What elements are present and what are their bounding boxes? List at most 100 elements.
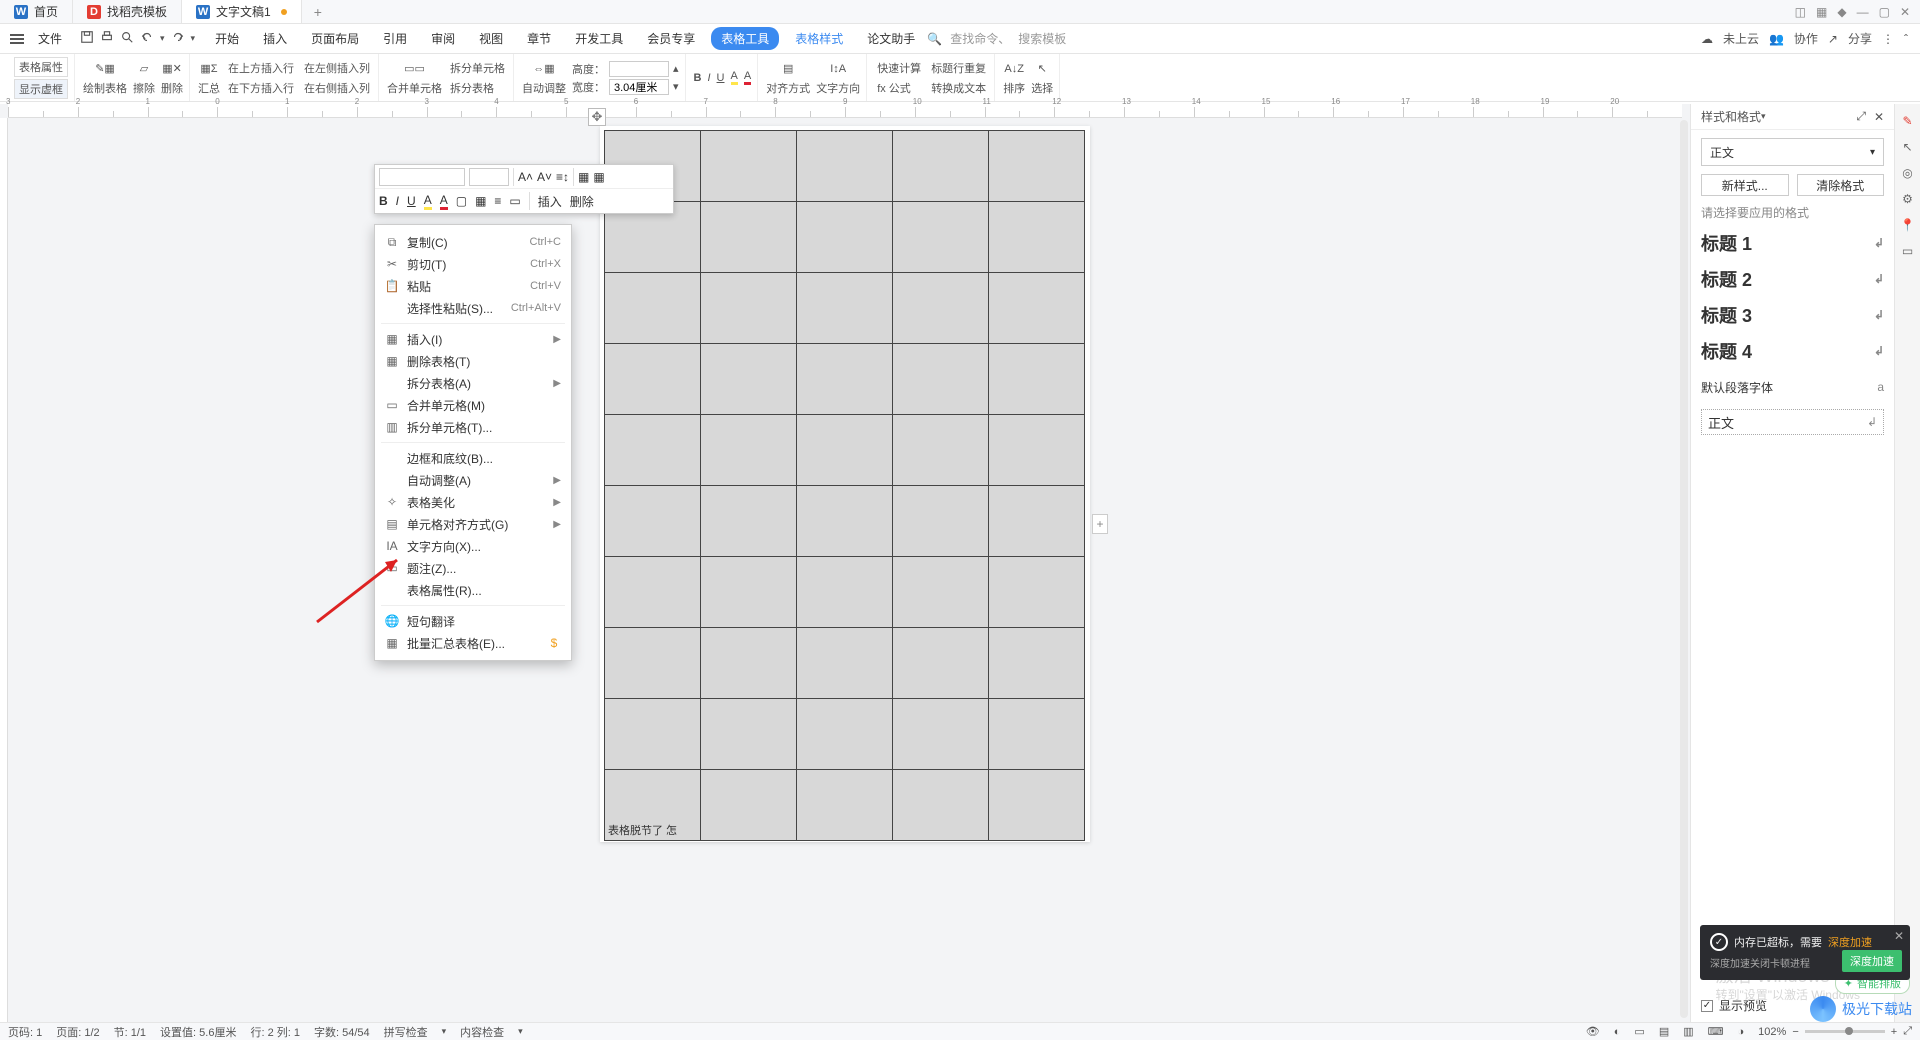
new-tab-button[interactable]: + xyxy=(302,4,334,20)
style-heading2[interactable]: 标题 2↲ xyxy=(1701,265,1884,293)
style-pane-icon[interactable]: ✎ xyxy=(1902,114,1912,128)
close-panel-icon[interactable]: ✕ xyxy=(1874,110,1884,124)
mini-borders[interactable]: ▦ xyxy=(475,194,486,208)
ctx-borders[interactable]: 边框和底纹(B)... xyxy=(375,447,571,469)
style-heading3[interactable]: 标题 3↲ xyxy=(1701,301,1884,329)
ime-icon[interactable]: ⌨ xyxy=(1708,1025,1724,1038)
grid-icon[interactable]: ▦ xyxy=(578,170,589,184)
view-web-icon[interactable]: ▤ xyxy=(1659,1025,1669,1038)
ctx-beautify[interactable]: ✧表格美化▶ xyxy=(375,491,571,513)
bold-button[interactable]: B xyxy=(694,72,702,84)
ribbon-tab-layout[interactable]: 页面布局 xyxy=(303,26,367,51)
reading-mode-icon[interactable]: ◫ xyxy=(1795,6,1806,18)
status-setvalue[interactable]: 设置值: 5.6厘米 xyxy=(160,1024,236,1040)
underline-button[interactable]: U xyxy=(717,72,725,84)
skin-icon[interactable]: ◆ xyxy=(1837,6,1846,18)
tab-home[interactable]: W 首页 xyxy=(0,0,73,23)
mini-insert-button[interactable]: 插入 xyxy=(538,193,562,210)
select-button[interactable]: ↖选择 xyxy=(1031,60,1053,96)
ctx-paste[interactable]: 📋粘贴Ctrl+V xyxy=(375,275,571,297)
cloud-status[interactable]: 未上云 xyxy=(1723,30,1759,47)
ctx-insert[interactable]: ▦插入(I)▶ xyxy=(375,328,571,350)
ribbon-tab-section[interactable]: 章节 xyxy=(519,26,559,51)
status-content-check[interactable]: 内容检查 xyxy=(460,1024,504,1040)
insert-col-left[interactable]: 在左侧插入列 xyxy=(302,59,372,77)
ctx-text-dir[interactable]: IA文字方向(X)... xyxy=(375,535,571,557)
more-menu-icon[interactable]: ⋮ xyxy=(1882,32,1894,46)
auto-adjust-button[interactable]: ⇔▦自动调整 xyxy=(522,60,566,96)
quick-calc-button[interactable]: 快速计算 xyxy=(875,59,923,77)
split-table-button[interactable]: 拆分表格 xyxy=(448,79,507,97)
view-focus-icon[interactable]: ◐ xyxy=(1614,1026,1621,1038)
show-gridlines-button[interactable]: 显示虚框 xyxy=(14,79,68,99)
ctx-delete-table[interactable]: ▦删除表格(T) xyxy=(375,350,571,372)
zoom-value[interactable]: 102% xyxy=(1758,1026,1786,1038)
status-wordcount[interactable]: 字数: 54/54 xyxy=(314,1024,370,1040)
mini-merge[interactable]: ▭ xyxy=(509,194,520,208)
table-move-handle[interactable]: ✥ xyxy=(588,108,606,126)
ctx-cell-align[interactable]: ▤单元格对齐方式(G)▶ xyxy=(375,513,571,535)
font-select[interactable] xyxy=(379,168,465,186)
line-spacing-icon[interactable]: ≡↕ xyxy=(556,170,569,184)
pin-icon[interactable]: ⤢ xyxy=(1856,109,1866,124)
fit-page-icon[interactable]: ⤢ xyxy=(1903,1025,1912,1038)
search-icon[interactable]: 🔍 xyxy=(927,32,942,46)
ribbon-tab-start[interactable]: 开始 xyxy=(207,26,247,51)
current-style-select[interactable]: 正文▾ xyxy=(1701,138,1884,166)
view-outline-icon[interactable]: ▥ xyxy=(1683,1025,1693,1038)
ctx-split-cells[interactable]: ▥拆分单元格(T)... xyxy=(375,416,571,438)
draw-table-button[interactable]: ✎▦绘制表格 xyxy=(83,60,127,96)
new-style-button[interactable]: 新样式... xyxy=(1701,174,1789,196)
print-icon[interactable] xyxy=(100,30,114,47)
ctx-table-properties[interactable]: 表格属性(R)... xyxy=(375,579,571,601)
highlight-button[interactable]: A xyxy=(731,70,738,85)
redo-icon[interactable] xyxy=(171,30,185,47)
sort-button[interactable]: A↓Z排序 xyxy=(1003,60,1025,96)
settings-icon[interactable]: ⚙ xyxy=(1902,192,1913,206)
step-down-icon[interactable]: ▾ xyxy=(673,80,679,93)
clear-format-button[interactable]: 清除格式 xyxy=(1797,174,1885,196)
status-spellcheck[interactable]: 拼写检查 xyxy=(384,1024,428,1040)
text-direction-button[interactable]: I↕A文字方向 xyxy=(816,60,860,96)
location-icon[interactable]: 📍 xyxy=(1900,218,1915,232)
ctx-copy[interactable]: ⧉复制(C)Ctrl+C xyxy=(375,231,571,253)
ribbon-tab-paper[interactable]: 论文助手 xyxy=(859,26,923,51)
layers-icon[interactable]: ◎ xyxy=(1902,166,1912,180)
search-placeholder[interactable]: 查找命令、 xyxy=(950,30,1010,47)
insert-row-above[interactable]: 在上方插入行 xyxy=(226,59,296,77)
undo-dropdown-icon[interactable]: ▾ xyxy=(160,33,165,44)
ctx-caption[interactable]: ▭题注(Z)... xyxy=(375,557,571,579)
status-dropdown-icon[interactable]: ▾ xyxy=(518,1026,523,1037)
maximize-icon[interactable]: ▢ xyxy=(1879,6,1890,18)
vertical-ruler[interactable] xyxy=(0,118,8,1022)
style-heading4[interactable]: 标题 4↲ xyxy=(1701,337,1884,365)
table-properties-button[interactable]: 表格属性 xyxy=(14,57,68,77)
collab-label[interactable]: 协作 xyxy=(1794,30,1818,47)
zoom-slider[interactable] xyxy=(1805,1030,1885,1033)
status-page[interactable]: 页面: 1/2 xyxy=(56,1024,99,1040)
ribbon-tab-insert[interactable]: 插入 xyxy=(255,26,295,51)
mini-italic[interactable]: I xyxy=(396,194,399,208)
convert-to-text-button[interactable]: 转换成文本 xyxy=(929,79,988,97)
tab-templates[interactable]: D 找稻壳模板 xyxy=(73,0,182,23)
decrease-font-icon[interactable]: A˅ xyxy=(537,170,552,184)
repeat-header-button[interactable]: 标题行重复 xyxy=(929,59,988,77)
share-icon[interactable]: ↗ xyxy=(1828,32,1838,46)
ctx-translate[interactable]: 🌐短句翻译 xyxy=(375,610,571,632)
increase-font-icon[interactable]: A˄ xyxy=(518,170,533,184)
collapse-ribbon-icon[interactable]: ˆ xyxy=(1904,32,1908,46)
summary-button[interactable]: ▦Σ汇总 xyxy=(198,60,220,96)
status-rowcol[interactable]: 行: 2 列: 1 xyxy=(250,1024,300,1040)
ctx-auto[interactable]: 自动调整(A)▶ xyxy=(375,469,571,491)
mini-shading[interactable]: ▢ xyxy=(456,194,467,208)
select-pane-icon[interactable]: ↖ xyxy=(1902,140,1912,154)
eraser-button[interactable]: ▱擦除 xyxy=(133,60,155,96)
italic-button[interactable]: I xyxy=(707,72,710,84)
mini-align[interactable]: ≡ xyxy=(494,194,501,208)
ribbon-tab-reference[interactable]: 引用 xyxy=(375,26,415,51)
mini-font-color[interactable]: A xyxy=(440,193,448,210)
mini-underline[interactable]: U xyxy=(407,194,416,208)
preview-icon[interactable] xyxy=(120,30,134,47)
toast-close-icon[interactable]: ✕ xyxy=(1894,929,1904,943)
grid2-icon[interactable]: ▦ xyxy=(593,170,604,184)
